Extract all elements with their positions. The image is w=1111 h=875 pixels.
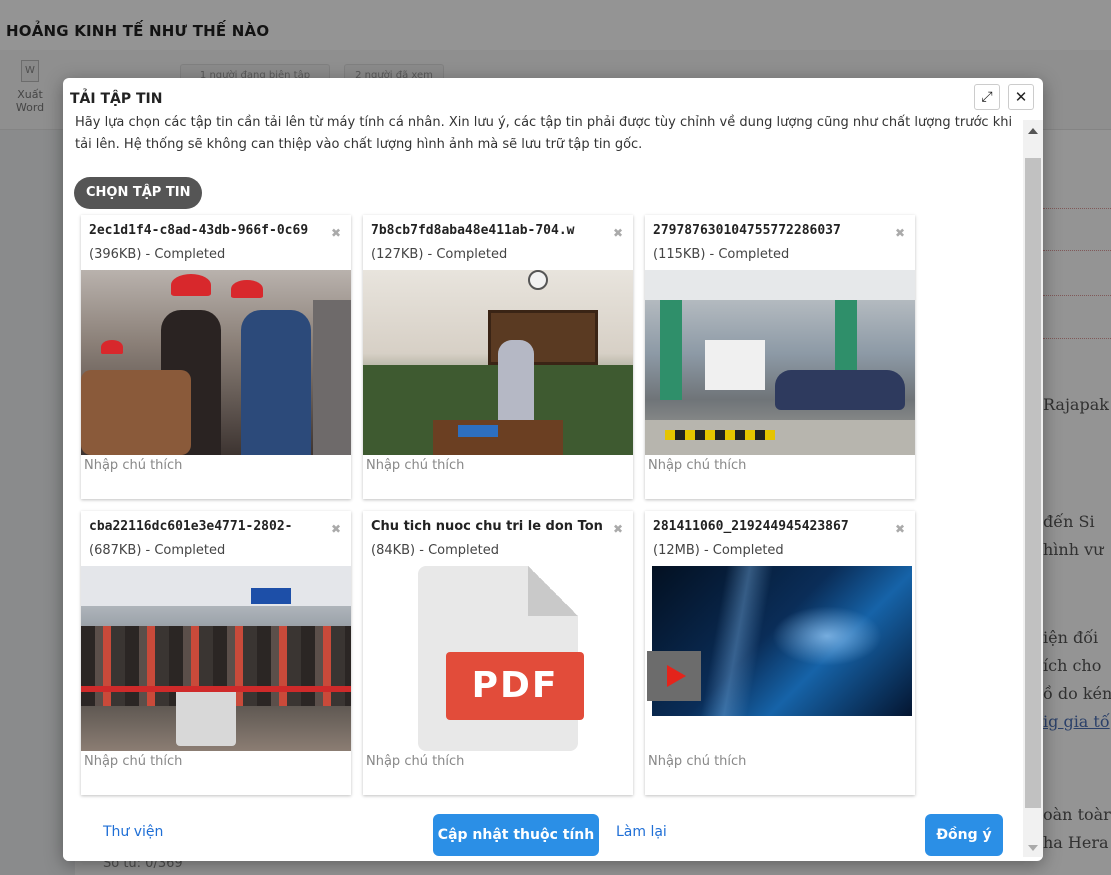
file-status: (115KB) - Completed (653, 247, 790, 262)
remove-icon[interactable]: ✖ (331, 227, 343, 239)
file-card: 7b8cb7fd8aba48e411ab-704.w ✖ (127KB) - C… (363, 215, 633, 499)
file-card: Chu tich nuoc chu tri le don Ton ✖ (84KB… (363, 511, 633, 795)
choose-files-button[interactable]: CHỌN TẬP TIN (74, 177, 203, 209)
expand-icon[interactable]: ⤢ (974, 84, 1000, 110)
instruction-text: Hãy lựa chọn các tập tin cần tải lên từ … (75, 115, 1013, 152)
file-card: 279787630104755772286037 ✖ (115KB) - Com… (645, 215, 915, 499)
file-card: 281411060_219244945423867 ✖ (12MB) - Com… (645, 511, 915, 795)
remove-icon[interactable]: ✖ (613, 227, 625, 239)
confirm-button[interactable]: Đồng ý (925, 814, 1003, 856)
pdf-fold (528, 566, 578, 616)
dialog-footer: Thư viện Cập nhật thuộc tính Làm lại Đồn… (63, 804, 1023, 861)
caption-input[interactable]: Nhập chú thích (366, 458, 628, 473)
file-status: (84KB) - Completed (371, 543, 499, 558)
photo-thumbnail (81, 566, 351, 751)
pdf-label: PDF (446, 652, 584, 720)
dialog-title: TẢI TẬP TIN (70, 91, 163, 107)
file-card: cba22116dc601e3e4771-2802- ✖ (687KB) - C… (81, 511, 351, 795)
photo-thumbnail (81, 270, 351, 455)
file-name: 279787630104755772286037 (653, 223, 841, 238)
file-name: 2ec1d1f4-c8ad-43db-966f-0c69 (89, 223, 309, 238)
remove-icon[interactable]: ✖ (613, 523, 625, 535)
file-card: 2ec1d1f4-c8ad-43db-966f-0c69 ✖ (396KB) -… (81, 215, 351, 499)
file-name: Chu tich nuoc chu tri le don Ton (371, 519, 603, 534)
play-icon[interactable] (647, 651, 701, 701)
video-thumbnail (645, 566, 915, 751)
library-link[interactable]: Thư viện (103, 824, 163, 840)
file-name: 281411060_219244945423867 (653, 519, 849, 534)
file-name: cba22116dc601e3e4771-2802- (89, 519, 293, 534)
remove-icon[interactable]: ✖ (895, 523, 907, 535)
caption-input[interactable]: Nhập chú thích (648, 754, 910, 769)
reset-link[interactable]: Làm lại (616, 824, 667, 840)
photo-thumbnail (645, 270, 915, 455)
scroll-thumb[interactable] (1025, 158, 1041, 808)
file-status: (127KB) - Completed (371, 247, 508, 262)
scrollbar[interactable] (1023, 120, 1043, 857)
update-properties-button[interactable]: Cập nhật thuộc tính (433, 814, 599, 856)
scroll-up-icon[interactable] (1028, 128, 1038, 134)
close-icon[interactable]: ✕ (1008, 84, 1034, 110)
caption-input[interactable]: Nhập chú thích (84, 458, 346, 473)
file-status: (396KB) - Completed (89, 247, 226, 262)
caption-input[interactable]: Nhập chú thích (366, 754, 628, 769)
scroll-down-icon[interactable] (1028, 845, 1038, 851)
pdf-icon: PDF (363, 566, 633, 751)
file-status: (687KB) - Completed (89, 543, 226, 558)
caption-input[interactable]: Nhập chú thích (84, 754, 346, 769)
dialog-body: Hãy lựa chọn các tập tin cần tải lên từ … (63, 112, 1023, 804)
photo-thumbnail (363, 270, 633, 455)
file-name: 7b8cb7fd8aba48e411ab-704.w (371, 223, 575, 238)
upload-dialog: TẢI TẬP TIN ⤢ ✕ Hãy lựa chọn các tập tin… (63, 78, 1043, 861)
caption-input[interactable]: Nhập chú thích (648, 458, 910, 473)
remove-icon[interactable]: ✖ (895, 227, 907, 239)
file-status: (12MB) - Completed (653, 543, 784, 558)
remove-icon[interactable]: ✖ (331, 523, 343, 535)
